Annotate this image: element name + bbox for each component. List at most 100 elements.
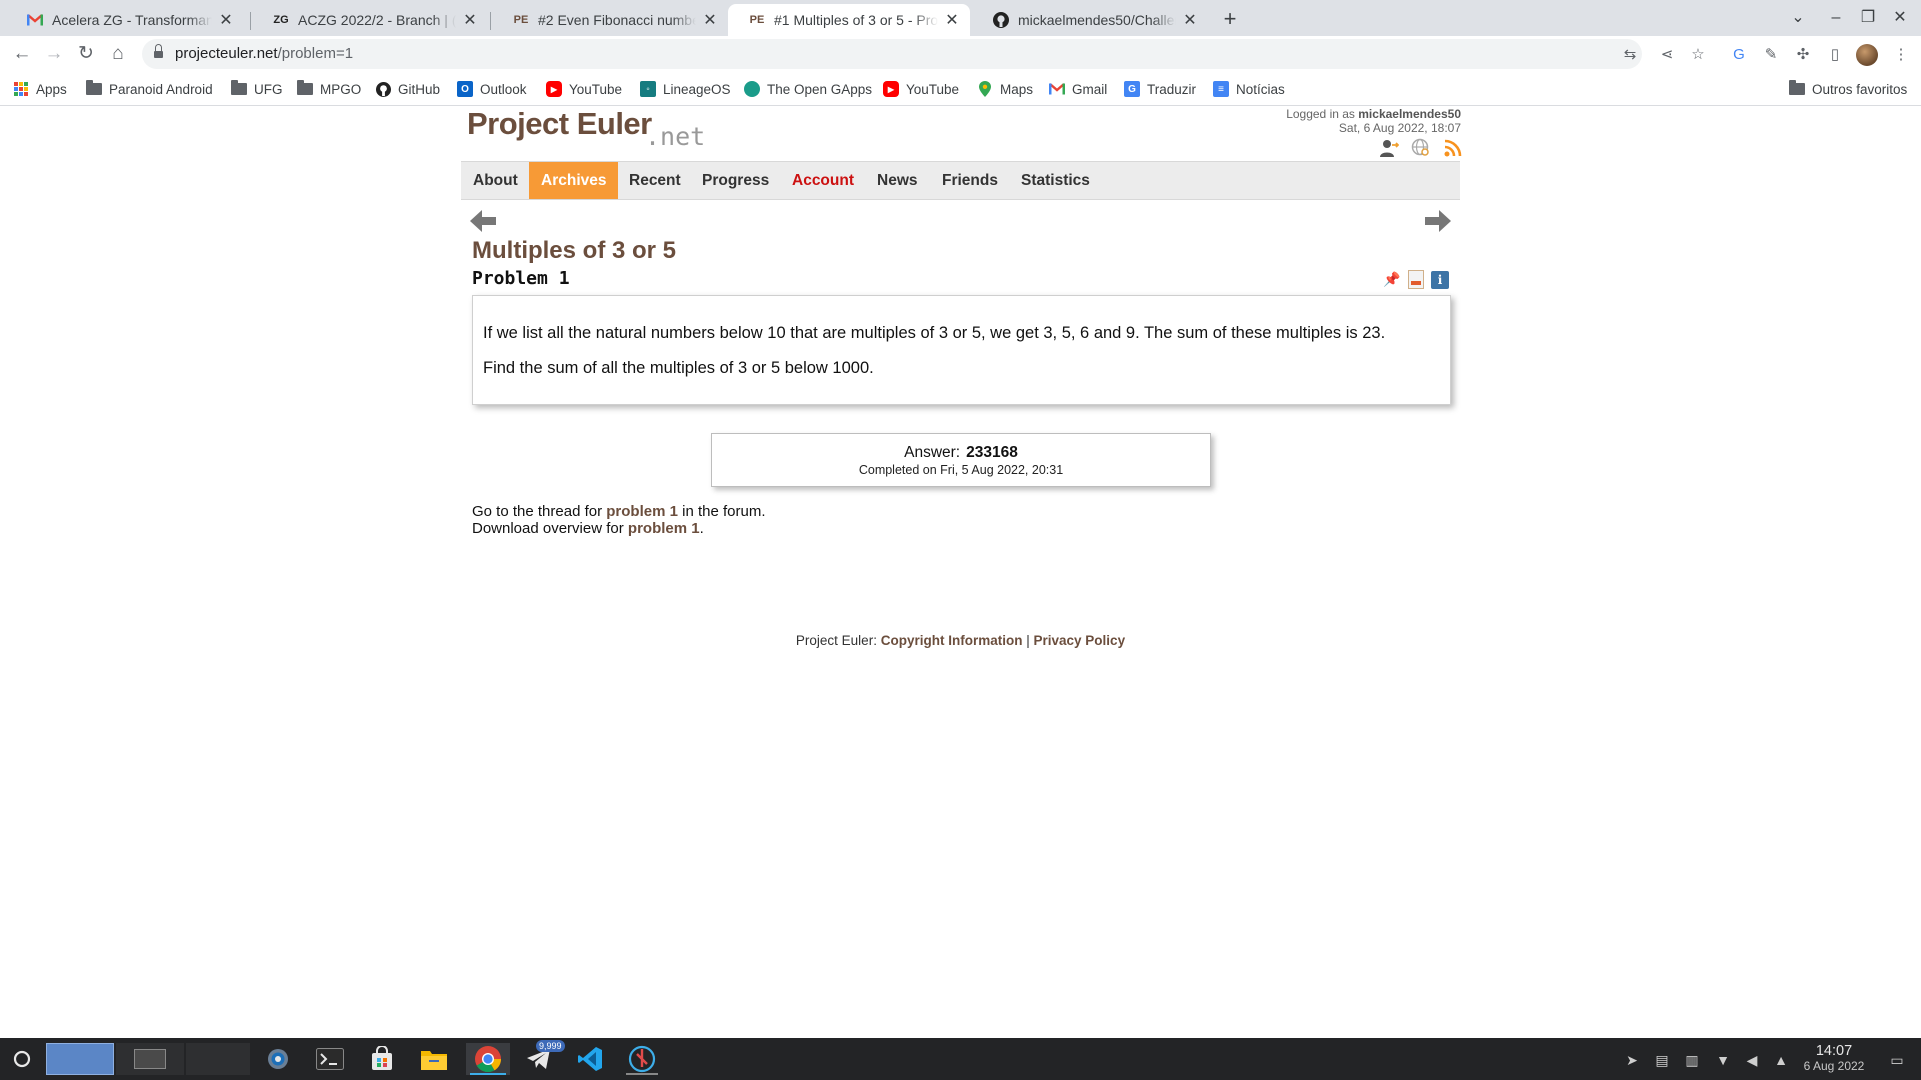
globe-search-icon[interactable]: [1410, 137, 1431, 158]
side-panel-icon[interactable]: ▯: [1824, 44, 1846, 66]
bookmark-star-icon[interactable]: ☆: [1687, 44, 1709, 66]
bookmark-other-favorites[interactable]: Outros favoritos: [1789, 79, 1907, 99]
bookmark-ufg[interactable]: UFG: [231, 79, 283, 99]
virtual-desktop-2[interactable]: [116, 1043, 184, 1075]
share-icon[interactable]: ⋖: [1656, 44, 1678, 66]
tab-problem-2[interactable]: PE #2 Even Fibonacci numbers - P ✕: [492, 4, 728, 36]
bookmark-youtube[interactable]: ▶ YouTube: [546, 79, 622, 99]
project-euler-logo-net[interactable]: .net: [645, 122, 705, 151]
project-euler-logo[interactable]: Project Euler: [467, 106, 652, 142]
tab-aczg[interactable]: ZG ACZG 2022/2 - Branch | (K0-T0 ✕: [252, 4, 488, 36]
google-translate-extension-icon[interactable]: G: [1728, 44, 1750, 66]
chrome-taskbar-icon[interactable]: [466, 1043, 510, 1075]
folder-icon: [297, 80, 313, 95]
forum-thread-link[interactable]: problem 1: [606, 503, 678, 520]
new-tab-button[interactable]: +: [1216, 6, 1244, 34]
bookmark-outlook[interactable]: O Outlook: [457, 79, 527, 99]
telegram-badge: 9,999: [536, 1040, 565, 1052]
tab-github[interactable]: mickaelmendes50/Challenge ✕: [972, 4, 1208, 36]
nav-friends[interactable]: Friends: [930, 162, 1010, 199]
bookmark-mpgo[interactable]: MPGO: [297, 79, 361, 99]
nav-archives[interactable]: Archives: [529, 162, 619, 199]
vscode-icon[interactable]: [572, 1043, 608, 1075]
home-icon[interactable]: ⌂: [104, 40, 132, 68]
translate-page-icon[interactable]: ⇆: [1620, 45, 1640, 65]
menu-kebab-icon[interactable]: ⋮: [1890, 44, 1912, 66]
tab-separator: [250, 12, 251, 30]
pe-icon: PE: [513, 14, 529, 26]
system-settings-icon[interactable]: [262, 1043, 294, 1075]
login-info: Logged in as mickaelmendes50 Sat, 6 Aug …: [1286, 107, 1461, 135]
nav-account[interactable]: Account: [780, 162, 866, 199]
url-text[interactable]: projecteuler.net/problem=1: [175, 45, 353, 62]
send-tray-icon[interactable]: ➤: [1623, 1051, 1641, 1069]
link-text: Go to the thread for: [472, 503, 603, 520]
privacy-policy-link[interactable]: Privacy Policy: [1034, 633, 1126, 648]
username: mickaelmendes50: [1358, 107, 1461, 121]
bookmark-label: YouTube: [906, 81, 960, 97]
show-desktop-icon[interactable]: ▭: [1888, 1051, 1906, 1069]
extensions-puzzle-icon[interactable]: ✣: [1792, 44, 1814, 66]
previous-problem-arrow-icon[interactable]: [470, 210, 496, 232]
tab-search-icon[interactable]: ⌄: [1782, 4, 1814, 32]
expand-tray-icon[interactable]: ▲: [1772, 1051, 1790, 1069]
nav-progress[interactable]: Progress: [690, 162, 781, 199]
bookmark-maps[interactable]: Maps: [977, 79, 1033, 99]
virtual-desktop-1[interactable]: [46, 1043, 114, 1075]
forward-icon[interactable]: →: [40, 40, 68, 68]
address-bar[interactable]: projecteuler.net/problem=1 ⇆: [142, 39, 1642, 69]
profile-avatar[interactable]: [1856, 44, 1878, 66]
problem-title: Multiples of 3 or 5: [472, 237, 677, 264]
terminal-icon[interactable]: [314, 1043, 346, 1075]
nav-news[interactable]: News: [865, 162, 930, 199]
nav-statistics[interactable]: Statistics: [1009, 162, 1102, 199]
link-text: .: [699, 520, 704, 537]
download-overview-link[interactable]: problem 1: [628, 520, 700, 537]
volume-tray-icon[interactable]: ◀: [1743, 1051, 1761, 1069]
clipboard-tray-icon[interactable]: ▤: [1653, 1051, 1671, 1069]
kdenlive-icon[interactable]: [622, 1043, 662, 1075]
wifi-tray-icon[interactable]: ▼: [1714, 1051, 1732, 1069]
telegram-icon[interactable]: 9,999: [520, 1040, 565, 1075]
minimize-icon[interactable]: –: [1820, 4, 1852, 32]
answer-label: Answer:: [904, 444, 961, 461]
next-problem-arrow-icon[interactable]: [1425, 210, 1451, 232]
file-manager-icon[interactable]: [418, 1043, 450, 1075]
bookmark-apps[interactable]: Apps: [14, 79, 67, 99]
bookmark-gmail[interactable]: Gmail: [1049, 79, 1107, 99]
tab-close-icon[interactable]: ✕: [944, 10, 960, 30]
rss-feed-icon[interactable]: [1442, 137, 1463, 158]
close-window-icon[interactable]: ✕: [1884, 4, 1916, 32]
tab-close-icon[interactable]: ✕: [1182, 10, 1198, 30]
nav-recent[interactable]: Recent: [617, 162, 693, 199]
reload-icon[interactable]: ↻: [72, 40, 100, 68]
tab-close-icon[interactable]: ✕: [702, 10, 718, 30]
sign-out-user-icon[interactable]: [1378, 137, 1399, 158]
bookmark-github[interactable]: GitHub: [375, 79, 440, 99]
pin-icon[interactable]: 📌: [1383, 271, 1401, 289]
app-launcher-icon[interactable]: [8, 1043, 36, 1075]
virtual-desktop-3[interactable]: [186, 1043, 250, 1075]
restore-icon[interactable]: ❐: [1852, 4, 1884, 32]
copyright-link[interactable]: Copyright Information: [881, 633, 1023, 648]
back-icon[interactable]: ←: [8, 40, 36, 68]
info-icon[interactable]: i: [1431, 270, 1449, 289]
bookmarks-bar: Apps Paranoid Android UFG MPGO GitHub O …: [0, 72, 1921, 106]
bookmark-noticias[interactable]: ≡ Notícias: [1213, 79, 1285, 99]
clock[interactable]: 14:07 6 Aug 2022: [1795, 1043, 1873, 1073]
bookmark-opengapps[interactable]: The Open GApps: [744, 79, 872, 99]
tab-acelera[interactable]: Acelera ZG - Transformando e ✕: [6, 4, 244, 36]
color-picker-extension-icon[interactable]: ✎: [1760, 44, 1782, 66]
tab-close-icon[interactable]: ✕: [462, 10, 478, 30]
bookmark-lineageos[interactable]: ◦ LineageOS: [640, 79, 731, 99]
software-store-icon[interactable]: [366, 1043, 398, 1075]
tab-close-icon[interactable]: ✕: [218, 10, 234, 30]
tab-problem-1[interactable]: PE #1 Multiples of 3 or 5 - Project ✕: [728, 4, 970, 36]
bookmark-paranoid-android[interactable]: Paranoid Android: [86, 79, 213, 99]
trash-tray-icon[interactable]: ▥: [1683, 1051, 1701, 1069]
bookmark-youtube-2[interactable]: ▶ YouTube: [883, 79, 959, 99]
nav-about[interactable]: About: [461, 162, 530, 199]
bookmark-traduzir[interactable]: G Traduzir: [1124, 79, 1196, 99]
lock-icon: [154, 44, 163, 59]
pdf-download-icon[interactable]: [1408, 270, 1424, 289]
